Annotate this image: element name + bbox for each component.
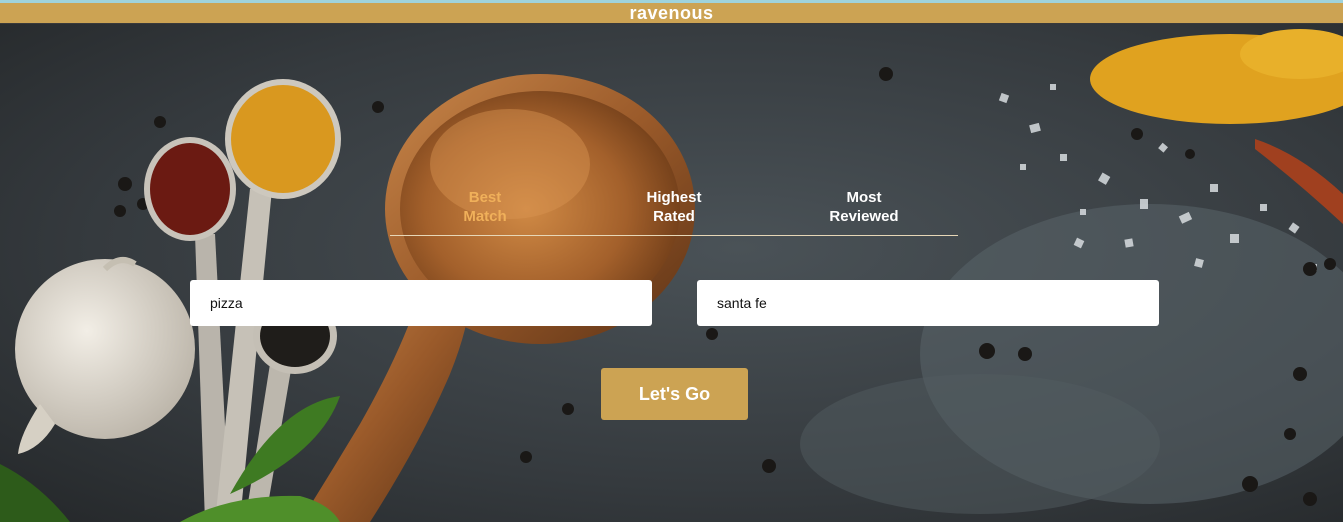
sort-option-label: Most: [846, 189, 882, 206]
sort-option-label: Highest: [646, 189, 702, 206]
search-term-input[interactable]: [190, 280, 652, 326]
sort-option-highest-rated[interactable]: Highest Rated: [579, 188, 769, 226]
sort-option-label: Reviewed: [829, 208, 899, 225]
sort-option-label: Best: [468, 189, 502, 206]
brand-title: ravenous: [629, 3, 714, 23]
sort-option-label: Rated: [653, 208, 695, 225]
hero-search-area: Best Match Highest Rated Most Reviewed L…: [0, 24, 1343, 522]
search-location-input[interactable]: [697, 280, 1159, 326]
navbar: ravenous: [0, 3, 1343, 24]
lets-go-button[interactable]: Let's Go: [601, 368, 748, 420]
hero-background-image: [0, 24, 1343, 522]
sort-option-label: Match: [463, 208, 507, 225]
sort-option-best-match[interactable]: Best Match: [390, 188, 580, 226]
sort-options-bar: Best Match Highest Rated Most Reviewed: [390, 188, 958, 236]
sort-option-most-reviewed[interactable]: Most Reviewed: [769, 188, 959, 226]
page: ravenous Best Match Highest Rated Most R…: [0, 0, 1343, 522]
